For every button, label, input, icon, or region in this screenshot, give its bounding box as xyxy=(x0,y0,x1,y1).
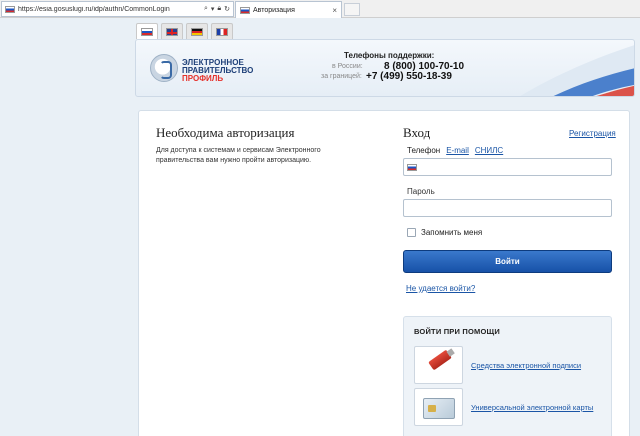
new-tab-button[interactable] xyxy=(344,3,360,16)
address-bar[interactable]: https://esia.gosuslugi.ru/idp/authn/Comm… xyxy=(1,1,234,17)
login-id-tabs: Телефон E-mail СНИЛС xyxy=(407,146,503,155)
german-flag-icon xyxy=(191,27,203,36)
abroad-phone-label: за границей: xyxy=(321,73,362,80)
tab-phone[interactable]: Телефон xyxy=(407,146,440,155)
browser-tab[interactable]: Авторизация × xyxy=(235,1,342,18)
alt-login-uec[interactable]: Универсальной электронной карты xyxy=(414,388,604,426)
uec-link[interactable]: Универсальной электронной карты xyxy=(471,403,593,412)
search-icon[interactable]: ⌕ xyxy=(204,5,208,13)
logo-icon[interactable] xyxy=(150,54,178,82)
alt-login-esign[interactable]: Средства электронной подписи xyxy=(414,346,604,384)
abroad-phone: +7 (499) 550-18-39 xyxy=(366,71,452,82)
tab-title: Авторизация xyxy=(253,6,295,14)
support-title: Телефоны поддержки: xyxy=(344,51,435,60)
smart-card-icon[interactable] xyxy=(414,388,463,426)
password-label: Пароль xyxy=(407,187,435,196)
auth-description: Для доступа к системам и сервисам Электр… xyxy=(156,147,321,164)
site-favicon-icon xyxy=(5,5,15,13)
login-input[interactable] xyxy=(403,158,612,176)
auth-card: Необходима авторизация Для доступа к сис… xyxy=(138,110,630,436)
russia-phone-label: в России: xyxy=(332,63,363,70)
russian-flag-icon xyxy=(141,27,153,36)
flag-swoosh-decoration xyxy=(520,45,634,96)
language-switcher xyxy=(136,23,233,40)
lang-de[interactable] xyxy=(186,23,208,39)
browser-toolbar: https://esia.gosuslugi.ru/idp/authn/Comm… xyxy=(0,0,640,18)
country-flag-icon[interactable] xyxy=(407,163,417,171)
tab-favicon-icon xyxy=(240,6,250,14)
site-header: ЭЛЕКТРОННОЕ ПРАВИТЕЛЬСТВО ПРОФИЛЬ Телефо… xyxy=(135,39,635,97)
remember-me[interactable]: Запомнить меня xyxy=(407,228,482,237)
lock-icon[interactable]: 🔒︎ xyxy=(217,5,221,13)
refresh-icon[interactable]: ↻ xyxy=(224,5,230,13)
alt-login-title: ВОЙТИ ПРИ ПОМОЩИ xyxy=(414,327,500,336)
lang-ru[interactable] xyxy=(136,23,158,39)
french-flag-icon xyxy=(216,27,228,36)
register-link[interactable]: Регистрация xyxy=(569,129,616,138)
page-left-margin xyxy=(0,18,133,436)
esign-link[interactable]: Средства электронной подписи xyxy=(471,361,581,370)
login-button[interactable]: Войти xyxy=(403,250,612,273)
alt-login-panel: ВОЙТИ ПРИ ПОМОЩИ Средства электронной по… xyxy=(403,316,612,436)
tab-email[interactable]: E-mail xyxy=(446,146,469,155)
cant-login-link[interactable]: Не удается войти? xyxy=(406,284,475,293)
login-title: Вход xyxy=(403,125,431,140)
auth-title: Необходима авторизация xyxy=(156,125,295,140)
remember-checkbox[interactable] xyxy=(407,228,416,237)
lang-en[interactable] xyxy=(161,23,183,39)
remember-label: Запомнить меня xyxy=(421,228,483,237)
tab-snils[interactable]: СНИЛС xyxy=(475,146,503,155)
lang-fr[interactable] xyxy=(211,23,233,39)
dropdown-icon[interactable]: ▾ xyxy=(211,5,215,13)
tab-close-icon[interactable]: × xyxy=(332,6,337,15)
address-url[interactable]: https://esia.gosuslugi.ru/idp/authn/Comm… xyxy=(18,6,204,13)
password-input[interactable] xyxy=(403,199,612,217)
uk-flag-icon xyxy=(166,27,178,36)
usb-token-icon[interactable] xyxy=(414,346,463,384)
logo-text-line3: ПРОФИЛЬ xyxy=(182,74,224,83)
